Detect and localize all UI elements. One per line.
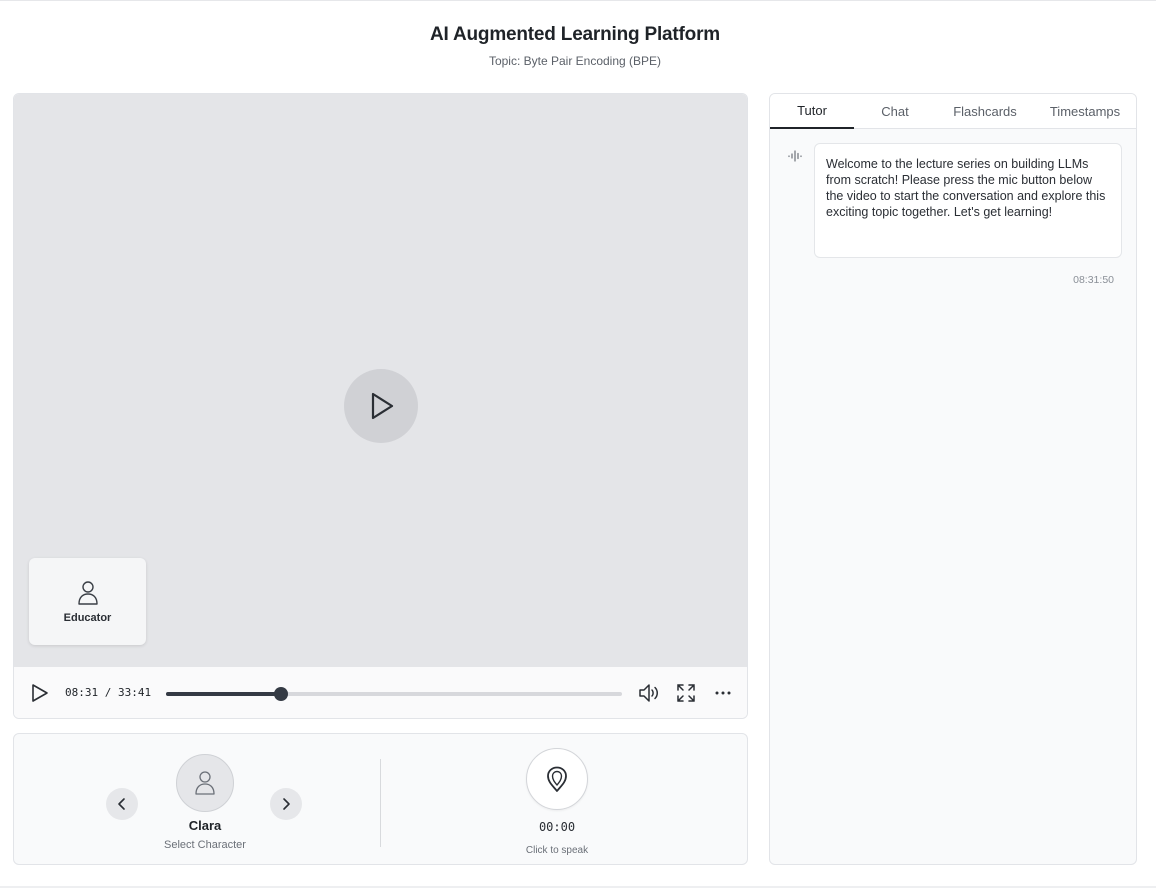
tab-chat[interactable]: Chat — [854, 94, 936, 129]
more-icon[interactable] — [712, 682, 734, 704]
mic-timer: 00:00 — [538, 820, 576, 834]
interaction-controls: Clara Select Character 00:00 Click to sp… — [13, 733, 748, 865]
panel-tabs: Tutor Chat Flashcards Timestamps — [770, 94, 1136, 129]
chevron-right-icon — [283, 798, 290, 810]
page-header: AI Augmented Learning Platform Topic: By… — [0, 24, 1150, 68]
prev-character-button[interactable] — [106, 788, 138, 820]
audio-wave-icon — [788, 150, 802, 162]
volume-icon[interactable] — [637, 681, 661, 705]
mic-icon — [547, 766, 567, 792]
character-caption: Select Character — [164, 839, 246, 851]
video-player: Educator 08:31 / 33:41 — [13, 93, 748, 719]
tutor-message: Welcome to the lecture series on buildin… — [814, 143, 1122, 258]
progress-fill — [166, 692, 281, 696]
tab-timestamps[interactable]: Timestamps — [1034, 94, 1136, 129]
character-name: Clara — [188, 818, 222, 833]
educator-card[interactable]: Educator — [29, 558, 146, 645]
character-avatar[interactable] — [176, 754, 234, 812]
page-subtitle: Topic: Byte Pair Encoding (BPE) — [488, 54, 662, 68]
progress-bar[interactable] — [166, 687, 622, 701]
mic-caption: Click to speak — [525, 845, 589, 856]
top-border — [0, 0, 1156, 1]
fullscreen-icon[interactable] — [675, 682, 697, 704]
next-character-button[interactable] — [270, 788, 302, 820]
side-panel: Tutor Chat Flashcards Timestamps Welcome… — [769, 93, 1137, 865]
educator-label: Educator — [63, 611, 112, 624]
play-icon[interactable] — [30, 682, 50, 704]
chevron-left-icon — [118, 798, 125, 810]
tab-flashcards[interactable]: Flashcards — [936, 94, 1034, 129]
divider — [380, 759, 381, 847]
play-icon — [371, 392, 394, 420]
page-title: AI Augmented Learning Platform — [430, 24, 720, 45]
video-controls: 08:31 / 33:41 — [14, 667, 747, 718]
message-timestamp: 08:31:50 — [1073, 274, 1114, 286]
user-icon — [195, 771, 215, 795]
big-play-button[interactable] — [344, 369, 418, 443]
user-icon — [77, 580, 98, 605]
progress-handle[interactable] — [273, 687, 288, 701]
mic-button[interactable] — [526, 748, 588, 810]
time-display: 08:31 / 33:41 — [65, 686, 152, 699]
video-area[interactable]: Educator — [14, 94, 747, 667]
tab-tutor[interactable]: Tutor — [770, 94, 854, 129]
